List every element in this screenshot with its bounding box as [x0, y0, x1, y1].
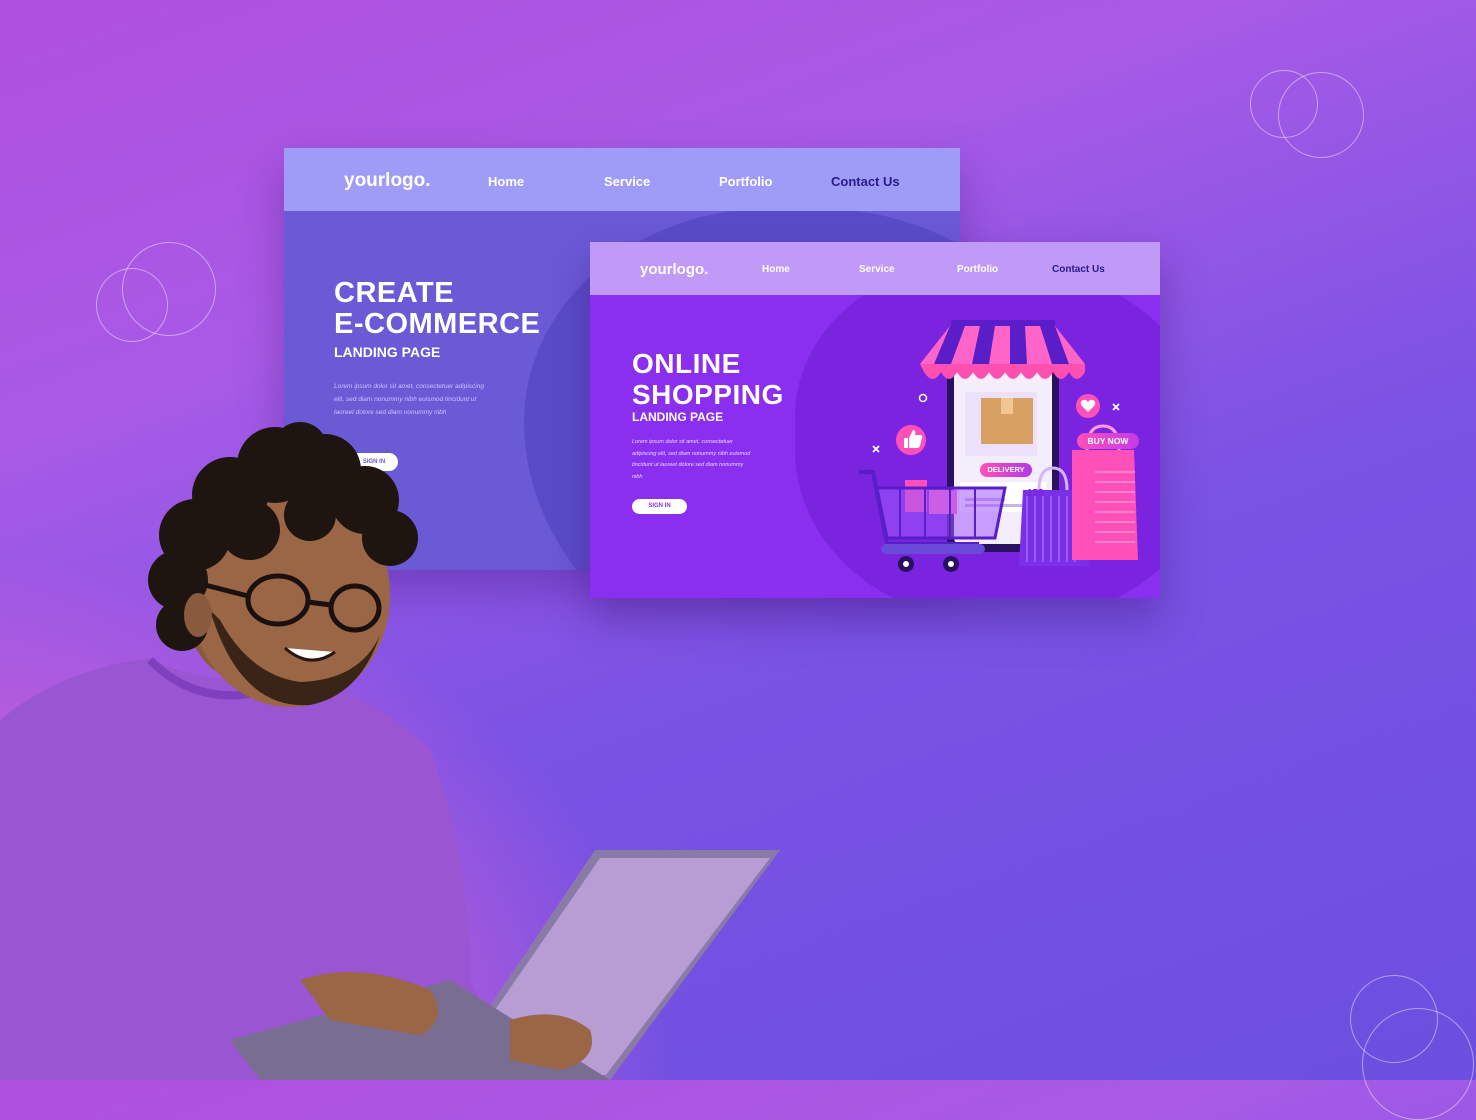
- nav-portfolio[interactable]: Portfolio: [719, 174, 772, 189]
- hero-headline: CREATE E-COMMERCE: [334, 278, 540, 340]
- nav-service[interactable]: Service: [604, 174, 650, 189]
- decoration-cross: [1112, 403, 1120, 411]
- decorative-ring: [122, 242, 216, 336]
- nav-home[interactable]: Home: [488, 174, 524, 189]
- navbar: yourlogo. Home Service Portfolio Contact…: [590, 242, 1160, 295]
- decoration-cross: [872, 445, 880, 453]
- heart-icon: [1076, 394, 1100, 418]
- price-label: 15$: [1027, 488, 1044, 499]
- headline-line: ONLINE: [632, 348, 741, 379]
- shopping-cart-icon: [859, 470, 1007, 572]
- hero-headline: ONLINE SHOPPING: [632, 348, 784, 410]
- decorative-ring: [1362, 1008, 1474, 1120]
- logo[interactable]: yourlogo.: [640, 261, 708, 278]
- nav-portfolio[interactable]: Portfolio: [957, 264, 998, 275]
- package-box-icon: [965, 392, 1037, 456]
- headline-line: E-COMMERCE: [334, 308, 541, 340]
- headline-line: SHOPPING: [632, 379, 784, 410]
- decorative-ring: [1278, 72, 1364, 158]
- hero-body-text: Lorem ipsum dolor sit amet, consectetuer…: [334, 383, 484, 416]
- nav-home[interactable]: Home: [762, 264, 790, 275]
- navbar: yourlogo. Home Service Portfolio Contact…: [284, 148, 960, 211]
- delivery-tag: DELIVERY: [980, 463, 1032, 477]
- hero-subheadline: LANDING PAGE: [334, 344, 441, 360]
- person-with-laptop-photo: [0, 422, 780, 1080]
- decoration-circle: [918, 393, 928, 403]
- buy-now-button[interactable]: BUY NOW: [1077, 433, 1139, 449]
- headline-line: CREATE: [334, 277, 455, 309]
- nav-contact[interactable]: Contact Us: [1052, 264, 1105, 275]
- nav-contact[interactable]: Contact Us: [831, 174, 900, 189]
- thumbs-up-icon: [896, 425, 926, 455]
- storefront-awning-icon: [920, 320, 1085, 379]
- logo[interactable]: yourlogo.: [344, 170, 431, 192]
- nav-service[interactable]: Service: [859, 264, 895, 275]
